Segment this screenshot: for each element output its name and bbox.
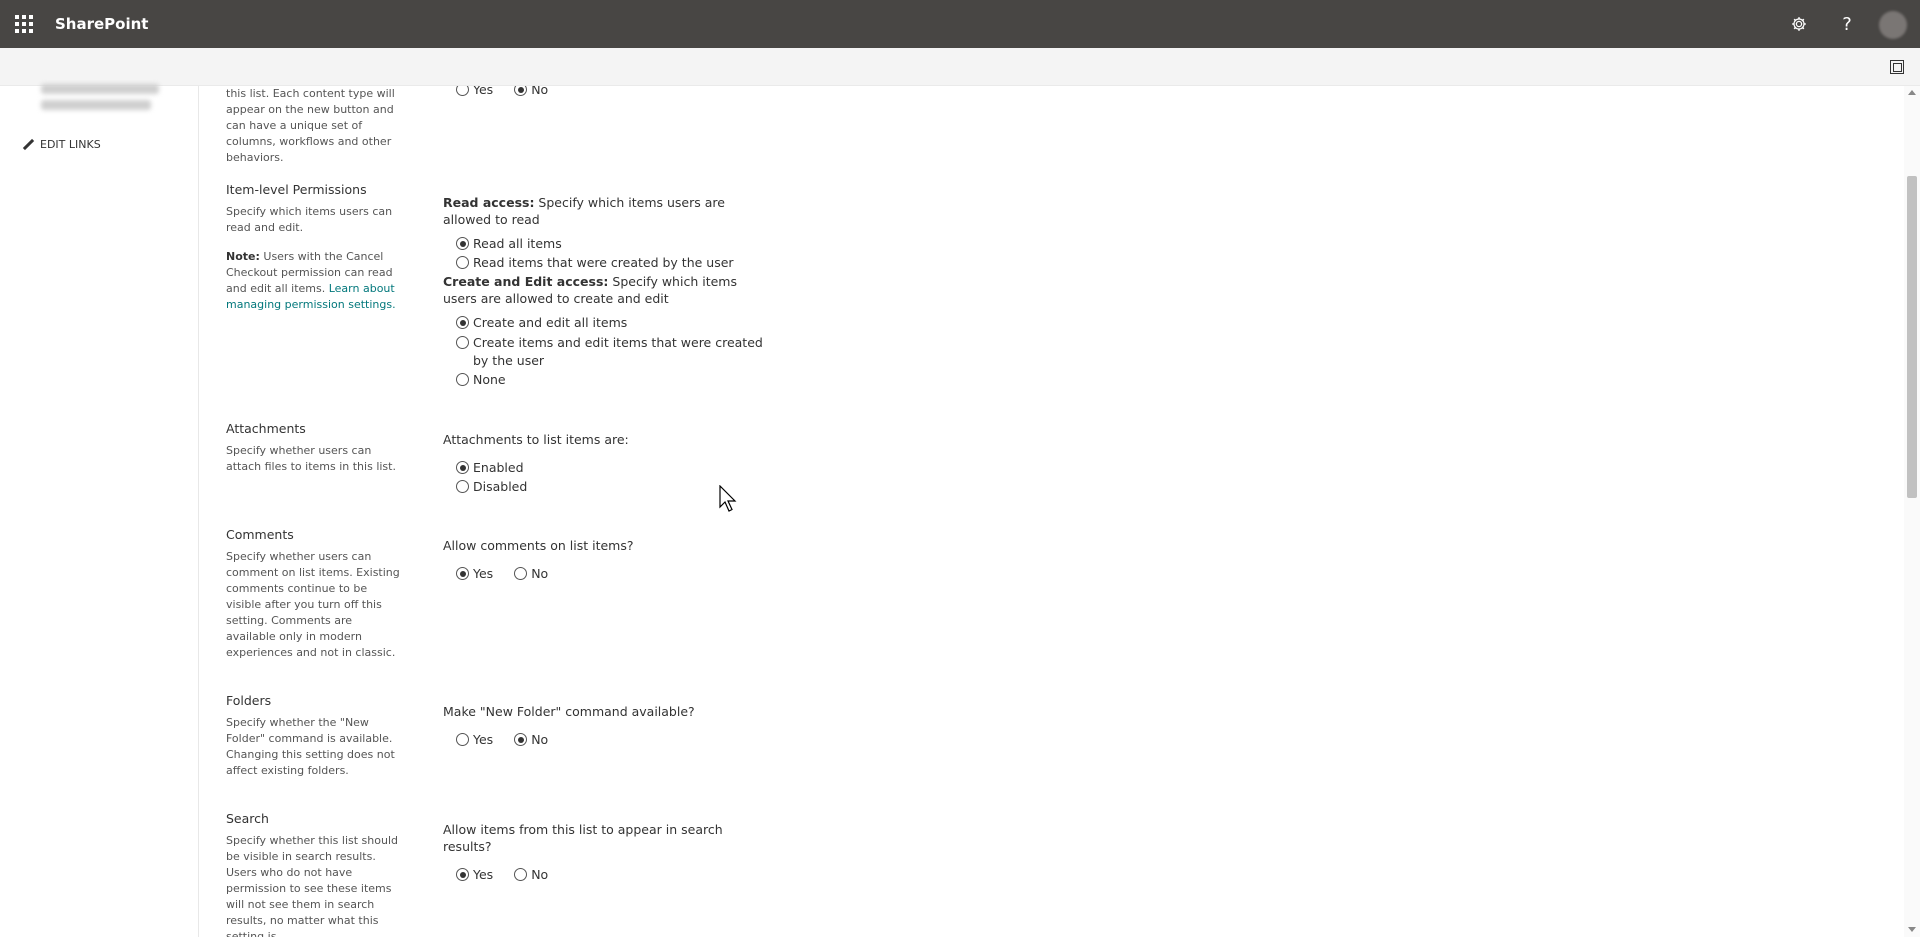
search-no-option[interactable]: No <box>501 866 548 883</box>
read-access-field: Read access: Specify which items users a… <box>443 194 773 272</box>
radio-button[interactable] <box>456 316 469 329</box>
pencil-icon <box>22 139 34 151</box>
create-edit-none-option[interactable]: None <box>443 370 773 389</box>
create-edit-all-option[interactable]: Create and edit all items <box>443 313 773 332</box>
scroll-up-icon[interactable] <box>1908 90 1916 95</box>
radio-button[interactable] <box>514 733 528 746</box>
search-field: Allow items from this list to appear in … <box>443 821 773 884</box>
item-permissions-description: Specify which items users can read and e… <box>226 205 393 234</box>
nav-link-blurred[interactable] <box>41 84 159 94</box>
suite-bar: SharePoint ? <box>0 0 1920 48</box>
folders-no-option[interactable]: No <box>501 731 548 748</box>
attachments-title: Attachments <box>226 421 306 436</box>
comments-description: Specify whether users can comment on lis… <box>226 550 400 659</box>
radio-button[interactable] <box>456 733 469 746</box>
comments-field: Allow comments on list items? Yes No <box>443 537 773 583</box>
radio-button[interactable] <box>456 461 469 474</box>
app-launcher-icon[interactable] <box>0 0 48 48</box>
command-bar <box>0 48 1920 86</box>
avatar[interactable] <box>1879 11 1907 39</box>
search-title: Search <box>226 811 269 826</box>
comments-yes-option[interactable]: Yes <box>443 565 493 582</box>
radio-button[interactable] <box>456 237 469 250</box>
radio-button[interactable] <box>456 480 469 493</box>
help-icon[interactable]: ? <box>1823 0 1871 48</box>
comments-no-option[interactable]: No <box>501 565 548 582</box>
create-edit-access-field: Create and Edit access: Specify which it… <box>443 273 773 389</box>
content-types-no-option[interactable]: No <box>501 86 548 98</box>
comments-title: Comments <box>226 527 294 542</box>
radio-button[interactable] <box>514 567 528 580</box>
item-permissions-title: Item-level Permissions <box>226 182 367 197</box>
item-permissions-note: Note: Users with the Cancel Checkout per… <box>226 250 396 311</box>
search-description: Specify whether this list should be visi… <box>226 834 398 937</box>
brand-title[interactable]: SharePoint <box>55 0 148 48</box>
attachments-question: Attachments to list items are: <box>443 432 629 447</box>
search-question: Allow items from this list to appear in … <box>443 822 723 854</box>
folders-field: Make "New Folder" command available? Yes… <box>443 703 773 749</box>
edit-links-button[interactable]: EDIT LINKS <box>22 138 101 151</box>
radio-button[interactable] <box>456 336 469 349</box>
folders-yes-option[interactable]: Yes <box>443 731 493 748</box>
attachments-description: Specify whether users can attach files t… <box>226 444 396 473</box>
search-yes-option[interactable]: Yes <box>443 866 493 883</box>
radio-button[interactable] <box>456 86 469 96</box>
comments-question: Allow comments on list items? <box>443 538 634 553</box>
radio-button[interactable] <box>514 86 528 96</box>
create-edit-own-option[interactable]: Create items and edit items that were cr… <box>443 332 773 370</box>
scroll-down-icon[interactable] <box>1908 927 1916 932</box>
radio-button[interactable] <box>456 256 469 269</box>
radio-button[interactable] <box>456 373 469 386</box>
read-all-items-option[interactable]: Read all items <box>443 234 773 253</box>
settings-content: · · · · · · · · · this list. Each conten… <box>199 86 1904 937</box>
focus-mode-icon[interactable] <box>1890 60 1904 74</box>
folders-question: Make "New Folder" command available? <box>443 704 695 719</box>
content-types-options: Yes No <box>443 86 773 98</box>
read-own-items-option[interactable]: Read items that were created by the user <box>443 253 773 272</box>
content-types-yes-option[interactable]: Yes <box>443 86 493 98</box>
gear-icon[interactable] <box>1775 0 1823 48</box>
content-types-description: · · · · · · · · · this list. Each conten… <box>226 87 395 164</box>
edit-links-label: EDIT LINKS <box>40 138 101 151</box>
nav-link-blurred[interactable] <box>41 100 151 110</box>
folders-title: Folders <box>226 693 272 708</box>
folders-description: Specify whether the "New Folder" command… <box>226 716 395 777</box>
attachments-enabled-option[interactable]: Enabled <box>443 458 773 477</box>
radio-button[interactable] <box>456 868 469 881</box>
left-nav: EDIT LINKS <box>0 84 199 937</box>
radio-button[interactable] <box>456 567 469 580</box>
radio-button[interactable] <box>514 868 528 881</box>
scrollbar-thumb[interactable] <box>1907 176 1917 498</box>
